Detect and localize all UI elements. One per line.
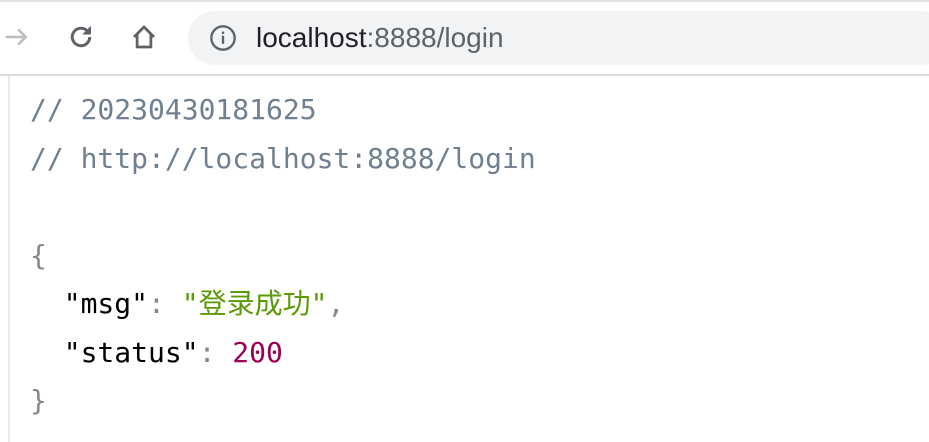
json-value-status: 200 bbox=[232, 335, 283, 369]
reload-icon[interactable] bbox=[64, 20, 98, 54]
json-key-status: "status" bbox=[63, 335, 199, 369]
tab-strip-edge bbox=[0, 0, 929, 2]
viewer-gutter bbox=[8, 76, 10, 442]
url-text[interactable]: localhost:8888/login bbox=[256, 21, 504, 55]
comment-url: // http://localhost:8888/login bbox=[30, 141, 536, 175]
url-path: :8888/login bbox=[366, 22, 504, 53]
close-brace: } bbox=[30, 384, 47, 417]
home-icon[interactable] bbox=[127, 20, 161, 54]
json-viewer: // 20230430181625 // http://localhost:88… bbox=[30, 93, 536, 417]
browser-toolbar: localhost:8888/login bbox=[0, 0, 929, 76]
open-brace: { bbox=[30, 238, 47, 272]
json-key-msg: "msg" bbox=[63, 287, 149, 320]
comment-timestamp: // 20230430181625 bbox=[30, 93, 317, 126]
forward-icon[interactable] bbox=[0, 20, 34, 54]
json-value-msg: "登录成功" bbox=[181, 287, 328, 320]
url-host: localhost bbox=[256, 22, 367, 53]
address-bar[interactable]: localhost:8888/login bbox=[188, 11, 929, 65]
info-icon[interactable] bbox=[206, 21, 240, 55]
